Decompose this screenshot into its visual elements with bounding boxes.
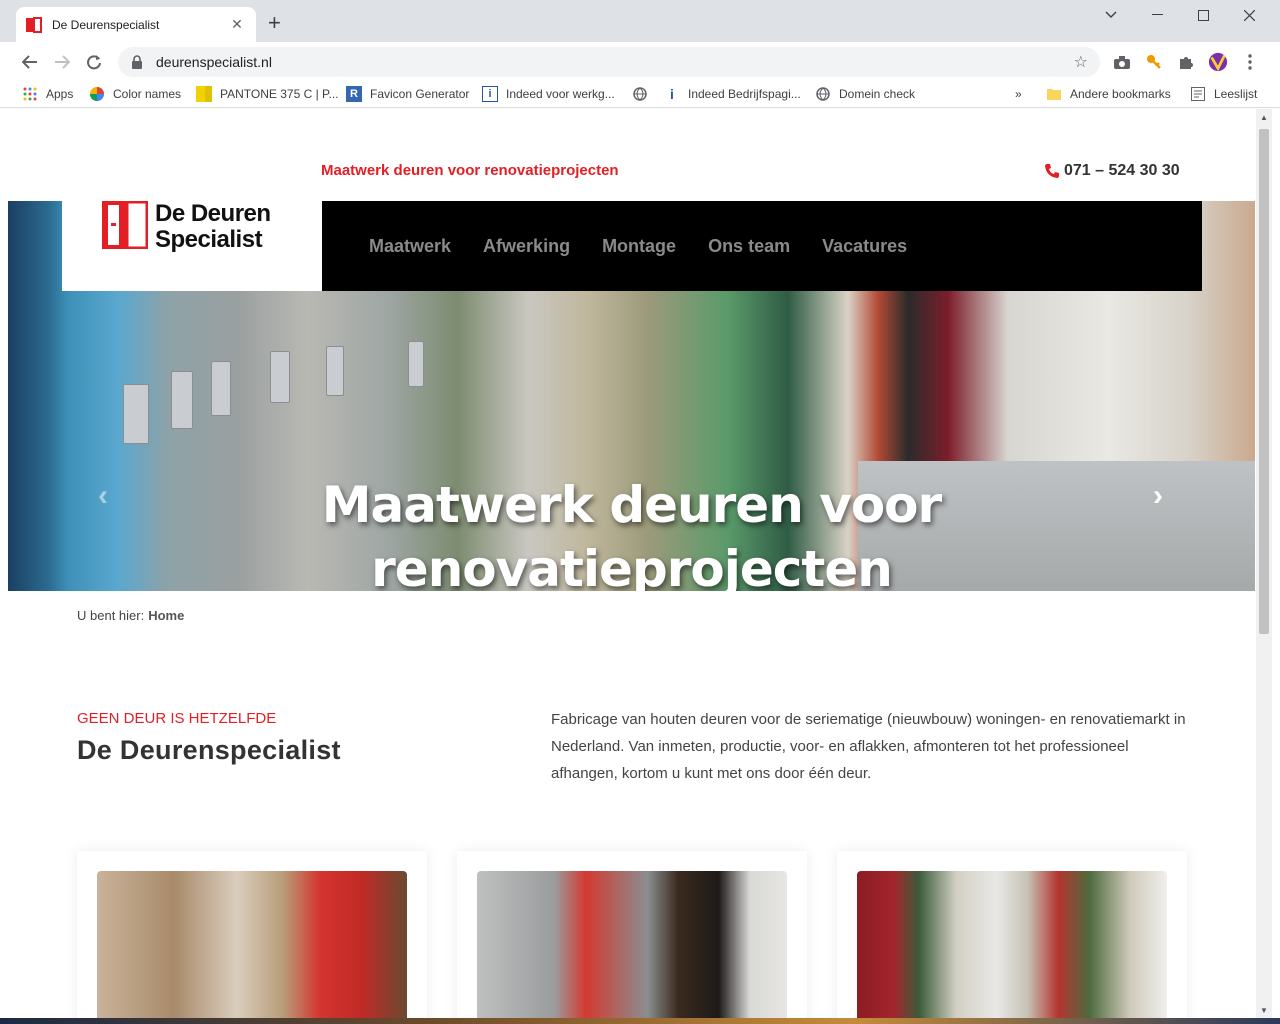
bookmark-star-icon[interactable]: ☆	[1074, 52, 1088, 72]
maximize-button[interactable]	[1180, 0, 1226, 30]
header-tagline: Maatwerk deuren voor renovatieprojecten	[321, 162, 619, 179]
bookmark-pantone[interactable]: PANTONE 375 C | P...	[196, 85, 339, 103]
reload-icon[interactable]	[82, 50, 106, 74]
scroll-down-icon[interactable]: ▼	[1256, 1002, 1272, 1018]
tab-search-icon[interactable]	[1088, 0, 1134, 30]
new-tab-button[interactable]: +	[268, 12, 281, 34]
service-card-1[interactable]	[77, 851, 427, 1018]
key-extension-icon[interactable]	[1144, 53, 1164, 71]
reading-list-icon	[1190, 86, 1206, 102]
title-bar: De Deurenspecialist ✕ +	[0, 0, 1280, 42]
nav-montage[interactable]: Montage	[602, 236, 676, 257]
section-eyebrow: GEEN DEUR IS HETZELFDE	[77, 710, 277, 727]
tab-close-icon[interactable]: ✕	[228, 16, 246, 33]
apps-grid-icon	[22, 86, 38, 102]
site-favicon-icon	[26, 16, 42, 33]
bookmark-apps[interactable]: Apps	[22, 85, 73, 103]
tab-title: De Deurenspecialist	[52, 17, 160, 32]
browser-toolbar: deurenspecialist.nl ☆	[0, 42, 1280, 80]
nav-vacatures[interactable]: Vacatures	[822, 236, 907, 257]
slider-next-icon[interactable]: ›	[1153, 479, 1163, 513]
bookmarks-overflow-icon[interactable]: »	[1015, 85, 1022, 103]
lock-icon	[132, 55, 142, 69]
service-card-2[interactable]	[457, 851, 807, 1018]
hero-heading-line-1: Maatwerk deuren voor	[321, 476, 942, 534]
bookmark-label: Indeed voor werkg...	[506, 87, 615, 101]
logo-line-1: De Deuren	[155, 200, 271, 227]
nav-ons-team[interactable]: Ons team	[708, 236, 790, 257]
phone-link[interactable]: 071 – 524 30 30	[1044, 162, 1180, 180]
bookmark-indeed-bedrijfspagina[interactable]: i Indeed Bedrijfspagi...	[664, 85, 801, 103]
card-photo-workshop	[97, 871, 407, 1018]
hero-photo-hinge	[171, 371, 193, 429]
hero-photo-hinge	[326, 346, 344, 396]
bookmark-color-names[interactable]: Color names	[89, 85, 181, 103]
breadcrumb: U bent hier: Home	[77, 608, 184, 623]
browser-tab[interactable]: De Deurenspecialist ✕	[16, 7, 256, 42]
folder-icon	[1046, 86, 1062, 102]
bookmark-label: Leeslijst	[1214, 87, 1258, 101]
phone-icon	[1045, 164, 1059, 178]
section-title: De Deurenspecialist	[77, 735, 341, 765]
logo-door-icon	[102, 201, 148, 249]
minimize-button[interactable]	[1134, 0, 1180, 30]
hero-heading-line-2: renovatieprojecten	[371, 540, 893, 591]
bookmark-favicon-generator[interactable]: R Favicon Generator	[346, 85, 469, 103]
card-photo-spraying	[477, 871, 787, 1018]
breadcrumb-label: U bent hier:	[77, 608, 145, 623]
page-scrollbar[interactable]: ▲ ▼	[1256, 109, 1272, 1018]
close-window-button[interactable]	[1226, 0, 1272, 30]
hero-photo-hinge	[211, 361, 231, 416]
globe-icon	[632, 86, 648, 102]
web-page: Maatwerk deuren voor renovatieprojecten …	[8, 109, 1255, 1018]
bookmark-domein-check[interactable]: Domein check	[815, 85, 915, 103]
bookmark-indeed-werkgevers[interactable]: i Indeed voor werkg...	[482, 85, 615, 103]
phone-number: 071 – 524 30 30	[1064, 162, 1180, 179]
hero-photo-hinge	[123, 384, 149, 444]
indeed-logo-icon: i	[670, 86, 674, 102]
hero-photo-hinge	[408, 341, 424, 387]
reading-list[interactable]: Leeslijst	[1190, 85, 1257, 103]
bookmark-other[interactable]: Andere bookmarks	[1046, 85, 1171, 103]
hero-photo-hinge	[270, 351, 290, 403]
bookmarks-bar: Apps Color names PANTONE 375 C | P... R …	[0, 80, 1280, 108]
nav-maatwerk[interactable]: Maatwerk	[369, 236, 451, 257]
bookmark-label: Color names	[113, 87, 182, 101]
indeed-icon: i	[482, 86, 498, 102]
camera-icon[interactable]	[1112, 53, 1132, 71]
profile-avatar[interactable]	[1208, 52, 1228, 72]
favicon-generator-icon: R	[346, 86, 362, 102]
nav-afwerking[interactable]: Afwerking	[483, 236, 570, 257]
bookmark-label: PANTONE 375 C | P...	[220, 87, 339, 101]
bookmark-label: Favicon Generator	[370, 87, 470, 101]
back-icon[interactable]	[18, 50, 42, 74]
bookmark-label: Indeed Bedrijfspagi...	[688, 87, 801, 101]
scrollbar-thumb[interactable]	[1259, 129, 1269, 634]
extensions-puzzle-icon[interactable]	[1176, 53, 1196, 71]
bookmark-label: Apps	[46, 87, 74, 101]
card-photo-storage	[857, 871, 1167, 1018]
service-card-3[interactable]	[837, 851, 1187, 1018]
menu-kebab-icon[interactable]	[1240, 53, 1260, 71]
desktop-background	[0, 1018, 1280, 1024]
scroll-up-icon[interactable]: ▲	[1256, 109, 1272, 125]
bookmark-label: Andere bookmarks	[1070, 87, 1171, 101]
logo-line-2: Specialist	[155, 226, 263, 253]
globe-icon	[815, 86, 831, 102]
forward-icon[interactable]	[50, 50, 74, 74]
address-bar[interactable]: deurenspecialist.nl ☆	[118, 47, 1100, 77]
pantone-icon	[196, 86, 212, 102]
intro-paragraph: Fabricage van houten deuren voor de seri…	[551, 711, 1186, 782]
main-nav: Maatwerk Afwerking Montage Ons team Vaca…	[322, 201, 1202, 291]
hero-heading: Maatwerk deuren voor renovatieprojecten	[8, 473, 1255, 591]
breadcrumb-home-link[interactable]: Home	[148, 608, 184, 623]
logo-text: De Deuren Specialist	[155, 201, 271, 253]
browser-window: De Deurenspecialist ✕ + deurenspecialist…	[0, 0, 1280, 1018]
color-wheel-icon	[89, 86, 105, 102]
bookmark-globe[interactable]	[632, 85, 656, 103]
url-text[interactable]: deurenspecialist.nl	[156, 54, 1074, 70]
bookmark-label: Domein check	[839, 87, 916, 101]
slider-prev-icon[interactable]: ‹	[98, 479, 108, 513]
site-logo[interactable]: De Deuren Specialist	[62, 201, 322, 291]
